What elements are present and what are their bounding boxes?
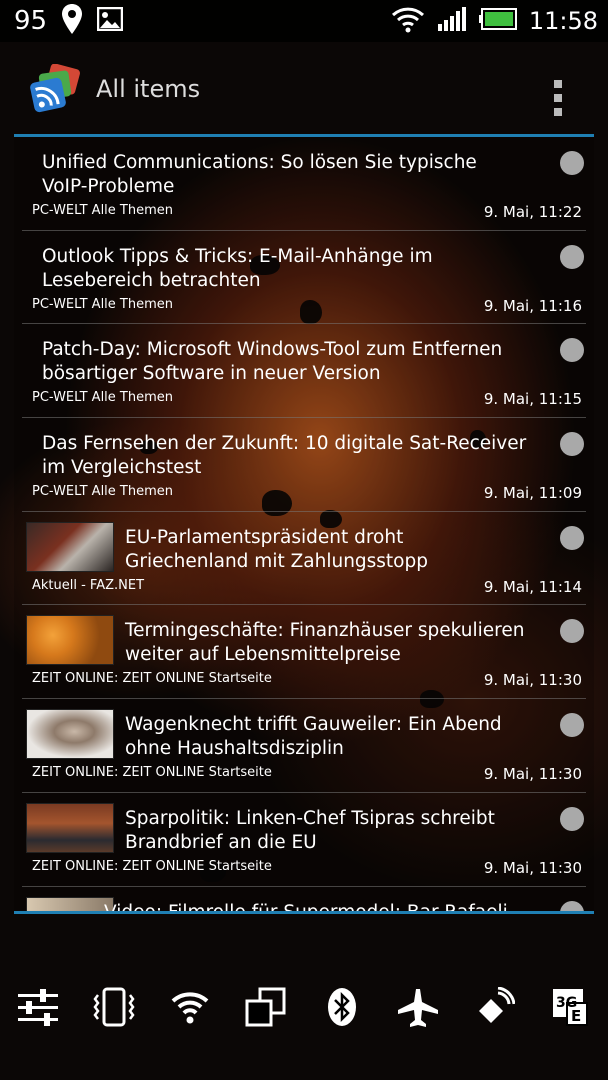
airplane-mode-icon[interactable] xyxy=(395,984,441,1030)
unread-indicator-icon[interactable] xyxy=(560,525,584,550)
list-item[interactable]: Das Fernsehen der Zukunft: 10 digitale S… xyxy=(22,418,586,512)
unread-indicator-icon[interactable] xyxy=(560,900,584,911)
location-pin-icon xyxy=(61,3,83,39)
news-photo-thumbnail xyxy=(26,521,114,572)
mobile-data-3g-icon[interactable]: 3G E xyxy=(547,984,593,1030)
item-title: Das Fernsehen der Zukunft: 10 digitale S… xyxy=(42,433,527,479)
item-source: ZEIT ONLINE: ZEIT ONLINE Startseite xyxy=(32,671,272,687)
unread-indicator-icon[interactable] xyxy=(560,151,584,175)
notification-count: 95 xyxy=(14,6,48,36)
item-source: ZEIT ONLINE: ZEIT ONLINE Startseite xyxy=(32,765,272,781)
item-title: Wagenknecht trifft Gauweiler: Ein Abend … xyxy=(125,714,502,760)
list-item[interactable]: Wagenknecht trifft Gauweiler: Ein Abend … xyxy=(22,699,586,793)
wifi-toggle-icon[interactable] xyxy=(167,984,213,1030)
vibrate-icon[interactable] xyxy=(91,984,137,1030)
news-photo-thumbnail xyxy=(26,709,114,760)
unread-indicator-icon[interactable] xyxy=(560,713,584,738)
feed-list[interactable]: Unified Communications: So lösen Sie typ… xyxy=(14,134,594,914)
list-item[interactable]: Outlook Tipps & Tricks: E-Mail-Anhänge i… xyxy=(22,231,586,325)
item-date: 9. Mai, 11:30 xyxy=(483,858,582,877)
item-date: 9. Mai, 11:30 xyxy=(483,671,582,690)
list-item[interactable]: Unified Communications: So lösen Sie typ… xyxy=(22,137,586,231)
wifi-icon xyxy=(391,5,425,37)
svg-text:E: E xyxy=(571,1007,581,1025)
item-date: 9. Mai, 11:30 xyxy=(483,765,582,784)
signal-icon xyxy=(437,6,467,36)
unread-indicator-icon[interactable] xyxy=(560,244,584,269)
overflow-menu-icon[interactable] xyxy=(554,80,562,116)
item-date: 9. Mai, 11:09 xyxy=(483,484,582,503)
item-title: Termingeschäfte: Finanzhäuser spekuliere… xyxy=(125,620,525,666)
item-source: ZEIT ONLINE: ZEIT ONLINE Startseite xyxy=(32,858,272,874)
item-title: Patch-Day: Microsoft Windows-Tool zum En… xyxy=(42,339,503,385)
bluetooth-icon[interactable] xyxy=(319,984,365,1030)
unread-indicator-icon[interactable] xyxy=(560,432,584,457)
list-item[interactable]: Patch-Day: Microsoft Windows-Tool zum En… xyxy=(22,324,586,419)
item-source: PC-WELT Alle Themen xyxy=(32,296,174,312)
list-item[interactable]: EU-Parlamentspräsident droht Griechenlan… xyxy=(22,512,586,606)
item-title: Outlook Tipps & Tricks: E-Mail-Anhänge i… xyxy=(42,245,433,291)
list-item[interactable]: Sparpolitik: Linken-Chef Tsipras schreib… xyxy=(22,793,586,887)
settings-sliders-icon[interactable] xyxy=(15,984,61,1030)
item-title: Unified Communications: So lösen Sie typ… xyxy=(42,152,477,197)
clock: 11:58 xyxy=(528,7,598,35)
item-title: EU-Parlamentspräsident droht Griechenlan… xyxy=(125,526,428,572)
unread-indicator-icon[interactable] xyxy=(560,619,584,644)
list-item[interactable]: Termingeschäfte: Finanzhäuser spekuliere… xyxy=(22,605,586,700)
quick-settings-bar: 3G E xyxy=(0,982,608,1032)
app-bar: All items xyxy=(0,44,608,134)
rss-reader-icon[interactable] xyxy=(30,63,80,114)
item-source: PC-WELT Alle Themen xyxy=(32,203,174,218)
unread-indicator-icon[interactable] xyxy=(560,806,584,831)
news-photo-thumbnail xyxy=(26,802,114,853)
item-title: Sparpolitik: Linken-Chef Tsipras schreib… xyxy=(125,807,495,853)
image-icon xyxy=(96,6,124,35)
item-date: 9. Mai, 11:14 xyxy=(483,577,582,596)
item-date: 9. Mai, 11:15 xyxy=(483,390,582,409)
unread-indicator-icon[interactable] xyxy=(560,338,584,363)
item-date: 9. Mai, 11:16 xyxy=(483,296,582,315)
news-photo-thumbnail xyxy=(26,896,114,911)
gps-icon[interactable] xyxy=(471,984,517,1030)
item-source: Aktuell - FAZ.NET xyxy=(32,577,145,593)
item-source: PC-WELT Alle Themen xyxy=(32,484,174,500)
page-title: All items xyxy=(96,75,201,103)
item-date: 9. Mai, 11:22 xyxy=(483,203,582,221)
status-bar: 95 11:58 xyxy=(0,0,608,42)
item-title: Video: Filmrolle für Supermodel: Bar Raf… xyxy=(104,901,508,914)
news-photo-thumbnail xyxy=(26,615,114,666)
list-item[interactable]: Video: Filmrolle für Supermodel: Bar Raf… xyxy=(22,887,586,914)
item-source: PC-WELT Alle Themen xyxy=(32,390,174,406)
battery-icon xyxy=(478,8,517,34)
screen-rotation-icon[interactable] xyxy=(243,984,289,1030)
